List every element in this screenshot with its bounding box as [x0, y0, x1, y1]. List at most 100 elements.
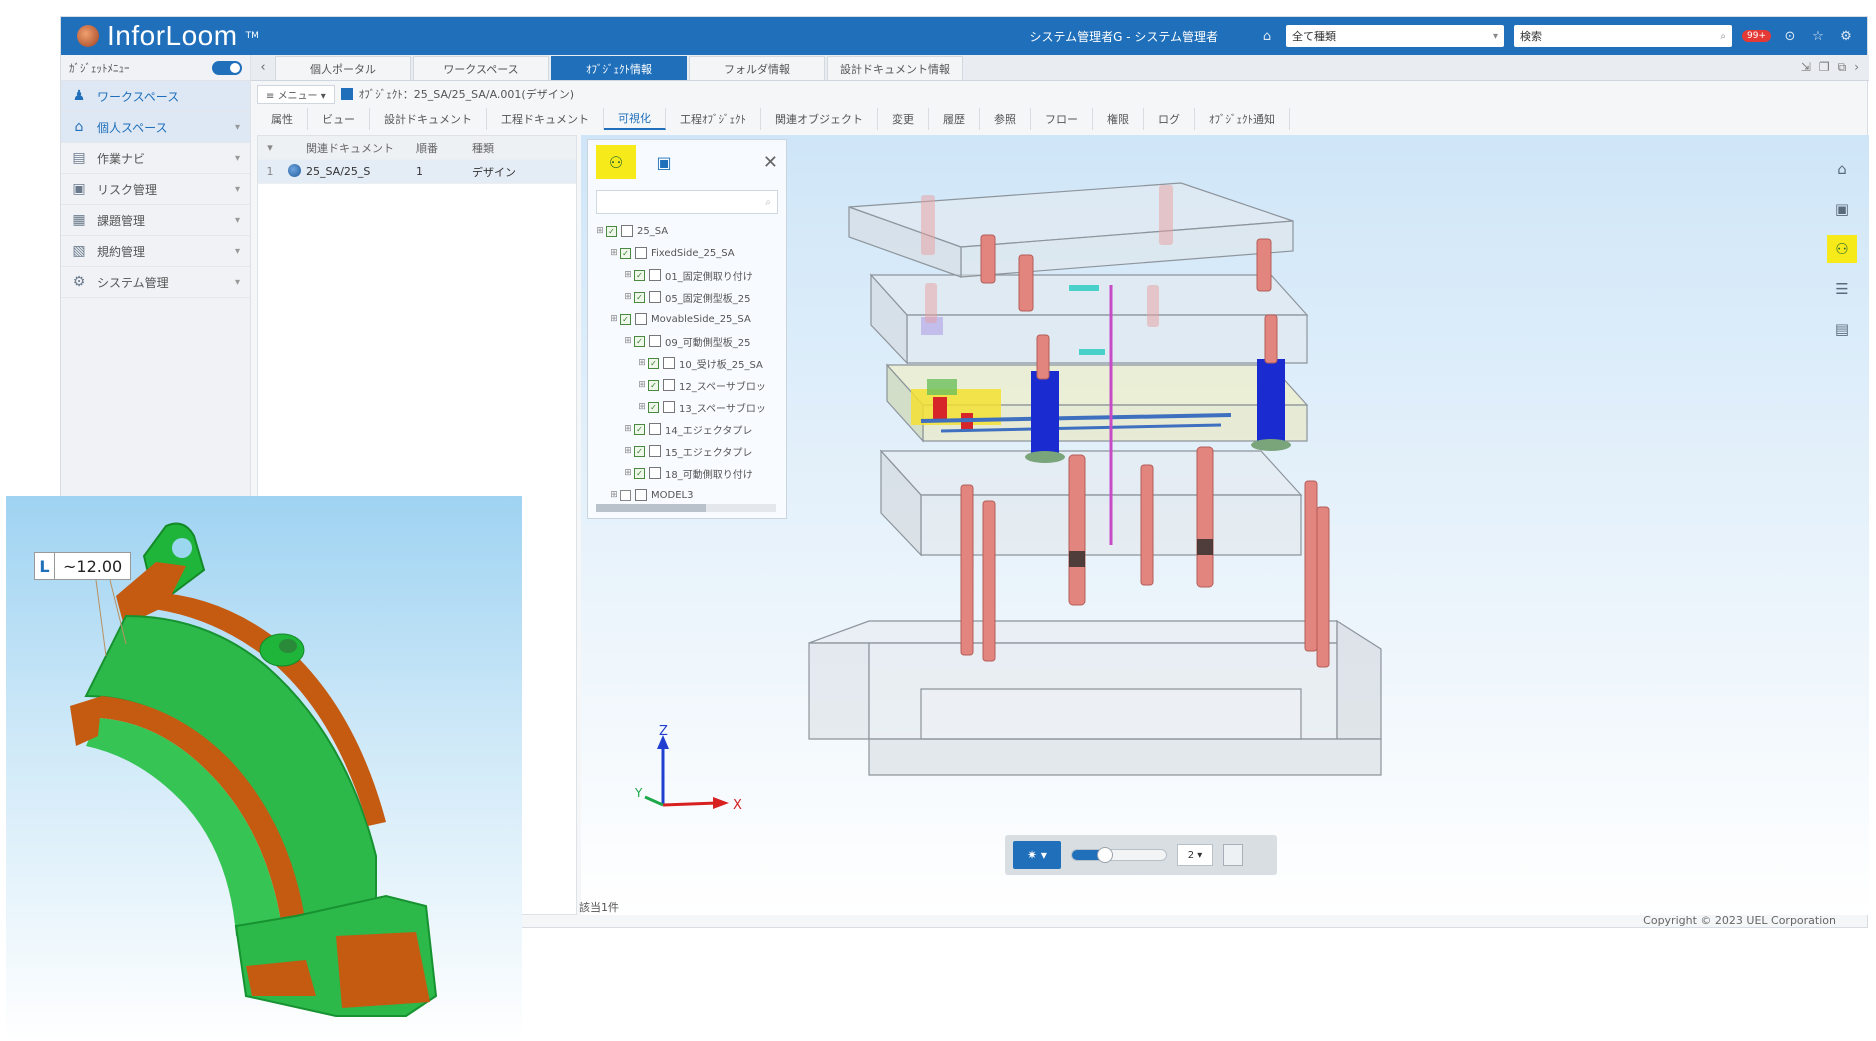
- notification-badge[interactable]: 99+: [1742, 30, 1771, 42]
- tab-design-document-info[interactable]: 設計ドキュメント情報: [827, 56, 963, 80]
- sidebar-item-workspace[interactable]: ♟ ワークスペース: [61, 81, 250, 112]
- type-filter-select[interactable]: 全て種類 ▾: [1286, 25, 1504, 47]
- gadget-menu-toggle[interactable]: [212, 60, 242, 75]
- user-label[interactable]: システム管理者G - システム管理者: [1029, 28, 1218, 45]
- tree-node-checkbox[interactable]: ✓: [620, 313, 631, 325]
- tree-node-label[interactable]: MODEL3: [651, 490, 693, 501]
- chevron-right-icon[interactable]: ›: [1854, 60, 1859, 75]
- help-icon[interactable]: ⊙: [1781, 27, 1799, 45]
- tree-search-input[interactable]: ⌕: [596, 190, 778, 214]
- tree-node[interactable]: ⊞ ✓ 09_可動側型板_25: [588, 330, 786, 352]
- expand-icon[interactable]: ⊞: [622, 292, 634, 302]
- table-header-cell[interactable]: 順番: [416, 140, 472, 156]
- tree-node-label[interactable]: 01_固定側取り付け: [665, 268, 753, 283]
- sidebar-item-rule[interactable]: ▧ 規約管理 ▾: [61, 236, 250, 267]
- tree-node-label[interactable]: 10_受け板_25_SA: [679, 356, 763, 371]
- subtab-item[interactable]: 設計ドキュメント: [370, 108, 487, 130]
- tree-node-checkbox[interactable]: ✓: [634, 291, 645, 303]
- tree-node[interactable]: ⊞ ✓ 15_エジェクタプレ: [588, 440, 786, 462]
- expand-icon[interactable]: ⊞: [608, 490, 620, 500]
- tree-node-label[interactable]: 25_SA: [637, 226, 668, 237]
- explode-slider[interactable]: [1071, 847, 1167, 863]
- tree-node-checkbox[interactable]: ✓: [606, 225, 617, 237]
- chevron-left-icon[interactable]: ‹: [251, 54, 275, 80]
- tree-node[interactable]: ⊞ ✓ MovableSide_25_SA: [588, 308, 786, 330]
- tree-node-checkbox[interactable]: ✓: [634, 269, 645, 281]
- menu-button[interactable]: ≡ メニュー ▾: [257, 84, 335, 104]
- tree-node[interactable]: ⊞ ✓ 01_固定側取り付け: [588, 264, 786, 286]
- tree-node[interactable]: ⊞ ✓ 13_スペーサブロッ: [588, 396, 786, 418]
- search-icon[interactable]: ⌕: [765, 197, 771, 208]
- explode-slider-handle[interactable]: [1096, 847, 1113, 863]
- expand-icon[interactable]: ⊞: [622, 446, 634, 456]
- tree-node-label[interactable]: MovableSide_25_SA: [651, 314, 751, 325]
- tree-node[interactable]: ⊞ ✓ 10_受け板_25_SA: [588, 352, 786, 374]
- expand-icon[interactable]: ⊞: [608, 248, 620, 258]
- subtab-item[interactable]: 属性: [257, 108, 308, 130]
- measure-icon[interactable]: ▤: [1827, 315, 1857, 343]
- tree-node[interactable]: ⊞ ✓ 05_固定側型板_25: [588, 286, 786, 308]
- tab-personal-portal[interactable]: 個人ポータル: [275, 56, 411, 80]
- tree-node-checkbox[interactable]: ✓: [648, 401, 659, 413]
- cube-view-icon[interactable]: ▣: [1827, 195, 1857, 223]
- tree-node-label[interactable]: 15_エジェクタプレ: [665, 444, 752, 459]
- subtab-item[interactable]: 工程ｵﾌﾞｼﾞｪｸﾄ: [666, 108, 761, 130]
- expand-icon[interactable]: ⊞: [636, 402, 648, 412]
- tree-node-checkbox[interactable]: ✓: [634, 467, 645, 479]
- subtab-item[interactable]: ログ: [1144, 108, 1195, 130]
- expand-icon[interactable]: ⊞: [622, 468, 634, 478]
- expand-icon[interactable]: ⊞: [622, 424, 634, 434]
- window-icon[interactable]: ❐: [1819, 60, 1830, 75]
- speed-select[interactable]: 2 ▾: [1177, 844, 1213, 866]
- tab-folder-info[interactable]: フォルダ情報: [689, 56, 825, 80]
- dimension-label[interactable]: L ~12.00: [34, 552, 132, 580]
- explode-animation-button[interactable]: ✷ ▾: [1013, 841, 1061, 869]
- subtab-item[interactable]: 関連オブジェクト: [761, 108, 878, 130]
- tab-workspace[interactable]: ワークスペース: [413, 56, 549, 80]
- 3d-viewer[interactable]: ⚇ ▣ ✕ ⌕ ⊞ ✓ 25_SA ⊞ ✓ FixedSide_25_SA ⊞ ✓ 01_固定側…: [581, 135, 1869, 915]
- subtab-item[interactable]: 権限: [1093, 108, 1144, 130]
- properties-icon[interactable]: ☰: [1827, 275, 1857, 303]
- expand-icon[interactable]: ⊞: [594, 226, 606, 236]
- tree-node-checkbox[interactable]: ✓: [648, 379, 659, 391]
- table-row[interactable]: 1 25_SA/25_S 1 デザイン: [258, 160, 576, 184]
- expand-icon[interactable]: ⊞: [636, 358, 648, 368]
- subtab-item[interactable]: 履歴: [929, 108, 980, 130]
- tree-node[interactable]: ⊞ ✓ 18_可動側取り付け: [588, 462, 786, 484]
- subtab-item[interactable]: 工程ドキュメント: [487, 108, 604, 130]
- tree-node[interactable]: ⊞✓ MODEL3: [588, 484, 786, 506]
- sidebar-item-personal-space[interactable]: ⌂ 個人スペース ▾: [61, 112, 250, 143]
- animation-option-button[interactable]: [1223, 844, 1243, 866]
- filter-icon[interactable]: ▾: [258, 141, 282, 154]
- sidebar-item-work-navi[interactable]: ▤ 作業ナビ ▾: [61, 143, 250, 174]
- tree-node-label[interactable]: 12_スペーサブロッ: [679, 378, 766, 393]
- tree-node[interactable]: ⊞ ✓ 25_SA: [588, 220, 786, 242]
- table-header-cell[interactable]: 関連ドキュメント: [306, 140, 416, 156]
- tree-node-checkbox[interactable]: ✓: [648, 357, 659, 369]
- tree-node-checkbox[interactable]: ✓: [620, 247, 631, 259]
- table-header-cell[interactable]: 種類: [472, 140, 576, 156]
- tree-node-label[interactable]: 18_可動側取り付け: [665, 466, 753, 481]
- subtab-item[interactable]: 参照: [980, 108, 1031, 130]
- subtab-item[interactable]: 変更: [878, 108, 929, 130]
- tree-node-label[interactable]: FixedSide_25_SA: [651, 248, 735, 259]
- subtab-item[interactable]: フロー: [1031, 108, 1093, 130]
- tab-object-info[interactable]: ｵﾌﾞｼﾞｪｸﾄ情報: [551, 56, 687, 80]
- search-icon[interactable]: ⌕: [1720, 31, 1726, 42]
- tree-node-label[interactable]: 13_スペーサブロッ: [679, 400, 766, 415]
- tree-scrollbar[interactable]: [596, 504, 776, 512]
- tree-scrollbar-thumb[interactable]: [596, 504, 706, 512]
- settings-icon[interactable]: ⚙: [1837, 27, 1855, 45]
- favorite-icon[interactable]: ☆: [1809, 27, 1827, 45]
- tree-node-label[interactable]: 09_可動側型板_25: [665, 334, 750, 349]
- tree-node[interactable]: ⊞ ✓ 14_エジェクタプレ: [588, 418, 786, 440]
- tree-node-label[interactable]: 05_固定側型板_25: [665, 290, 750, 305]
- assembly-tree-icon[interactable]: ⚇: [596, 145, 636, 179]
- expand-icon[interactable]: ⊞: [622, 336, 634, 346]
- subtab-item[interactable]: 可視化: [604, 108, 666, 130]
- subtab-item[interactable]: ビュー: [308, 108, 370, 130]
- close-icon[interactable]: ✕: [763, 152, 778, 173]
- expand-icon[interactable]: ⊞: [636, 380, 648, 390]
- tree-node[interactable]: ⊞ ✓ 12_スペーサブロッ: [588, 374, 786, 396]
- expand-icon[interactable]: ⊞: [608, 314, 620, 324]
